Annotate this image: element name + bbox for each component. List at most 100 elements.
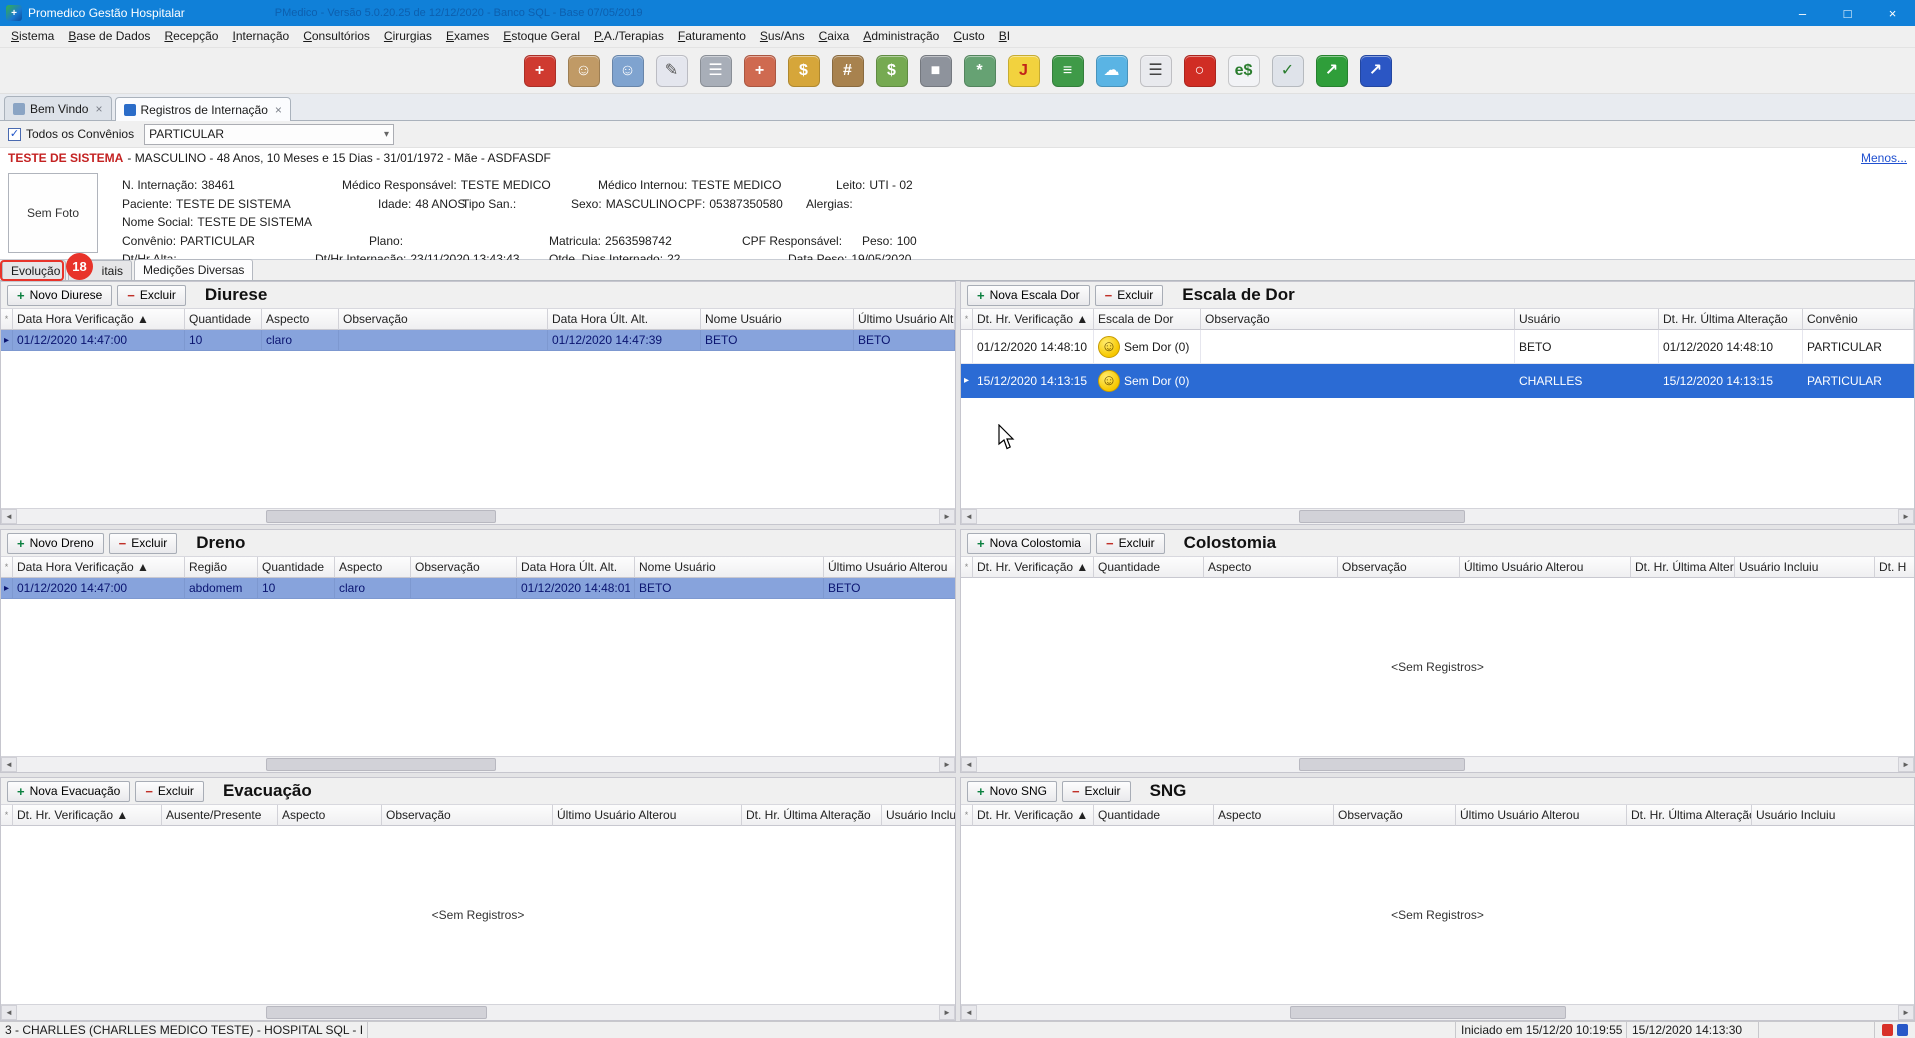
- notes-icon[interactable]: ✓: [1272, 55, 1304, 87]
- table-row[interactable]: ▸15/12/2020 14:13:15☺Sem Dor (0)CHARLLES…: [961, 364, 1914, 398]
- excluir-sng-button[interactable]: −Excluir: [1062, 781, 1131, 802]
- excluir-dreno-button[interactable]: −Excluir: [109, 533, 178, 554]
- column-header[interactable]: Dt. Hr. Verificação ▲: [973, 557, 1094, 578]
- column-header[interactable]: Região: [185, 557, 258, 578]
- scroll-right-button[interactable]: ►: [939, 1005, 955, 1020]
- evacuacao-hscrollbar[interactable]: ◄ ►: [1, 1004, 955, 1020]
- minimize-button[interactable]: –: [1780, 0, 1825, 26]
- novo-diurese-button[interactable]: +Novo Diurese: [7, 285, 112, 306]
- menu-item[interactable]: Exames: [439, 26, 496, 47]
- column-header[interactable]: Quantidade: [1094, 557, 1204, 578]
- table-cell[interactable]: BETO: [701, 330, 854, 351]
- table-cell[interactable]: 01/12/2020 14:47:00: [13, 578, 185, 599]
- scroll-thumb[interactable]: [266, 758, 497, 771]
- scroll-left-button[interactable]: ◄: [961, 757, 977, 772]
- scroll-left-button[interactable]: ◄: [961, 1005, 977, 1020]
- column-header[interactable]: Nome Usuário: [701, 309, 854, 330]
- menu-item[interactable]: Faturamento: [671, 26, 753, 47]
- tab-evolucao[interactable]: Evolução: [2, 260, 66, 280]
- table-cell[interactable]: [339, 330, 548, 351]
- menu-item[interactable]: Base de Dados: [61, 26, 157, 47]
- grid-options-button[interactable]: *: [1, 805, 13, 826]
- power-icon[interactable]: ○: [1184, 55, 1216, 87]
- table-cell[interactable]: 10: [185, 330, 262, 351]
- phone-icon[interactable]: J: [1008, 55, 1040, 87]
- menu-item[interactable]: Estoque Geral: [496, 26, 587, 47]
- column-header[interactable]: Último Usuário Alterou: [553, 805, 742, 826]
- chart-green-icon[interactable]: ↗: [1316, 55, 1348, 87]
- novo-dreno-button[interactable]: +Novo Dreno: [7, 533, 104, 554]
- scroll-track[interactable]: [977, 1005, 1898, 1020]
- column-header[interactable]: Observação: [339, 309, 548, 330]
- column-header[interactable]: Usuário Incluiu: [882, 805, 955, 826]
- maximize-button[interactable]: □: [1825, 0, 1870, 26]
- table-cell[interactable]: [1201, 364, 1515, 398]
- scroll-thumb[interactable]: [1299, 510, 1465, 523]
- column-header[interactable]: Dt. H: [1875, 557, 1914, 578]
- stock-icon[interactable]: #: [832, 55, 864, 87]
- scroll-right-button[interactable]: ►: [939, 757, 955, 772]
- column-header[interactable]: Observação: [382, 805, 553, 826]
- table-cell[interactable]: [411, 578, 517, 599]
- prontuario-icon[interactable]: ✎: [656, 55, 688, 87]
- table-cell[interactable]: ☺Sem Dor (0): [1094, 330, 1201, 364]
- excluir-escala-dor-button[interactable]: −Excluir: [1095, 285, 1164, 306]
- colostomia-grid[interactable]: *Dt. Hr. Verificação ▲QuantidadeAspectoO…: [961, 557, 1914, 756]
- column-header[interactable]: Dt. Hr. Verificação ▲: [13, 805, 162, 826]
- column-header[interactable]: Último Usuário Alterou: [1460, 557, 1631, 578]
- column-header[interactable]: Dt. Hr. Última Alteração: [742, 805, 882, 826]
- menu-item[interactable]: Internação: [225, 26, 296, 47]
- scroll-track[interactable]: [17, 509, 939, 524]
- scroll-left-button[interactable]: ◄: [1, 1005, 17, 1020]
- column-header[interactable]: Convênio: [1803, 309, 1914, 330]
- column-header[interactable]: Aspecto: [262, 309, 339, 330]
- column-header[interactable]: Último Usuário Alterou: [824, 557, 955, 578]
- close-button[interactable]: ×: [1870, 0, 1915, 26]
- table-cell[interactable]: PARTICULAR: [1803, 364, 1914, 398]
- menu-item[interactable]: Caixa: [812, 26, 857, 47]
- column-header[interactable]: Observação: [1338, 557, 1460, 578]
- bed-icon[interactable]: ☰: [700, 55, 732, 87]
- scroll-track[interactable]: [977, 757, 1898, 772]
- column-header[interactable]: Quantidade: [1094, 805, 1214, 826]
- scroll-thumb[interactable]: [1290, 1006, 1566, 1019]
- table-row[interactable]: ▸01/12/2020 14:47:00abdomem10claro01/12/…: [1, 578, 955, 599]
- scroll-thumb[interactable]: [266, 510, 497, 523]
- column-header[interactable]: Dt. Hr. Última Alteração: [1631, 557, 1735, 578]
- close-tab-icon[interactable]: ×: [275, 103, 282, 117]
- sng-grid[interactable]: *Dt. Hr. Verificação ▲QuantidadeAspectoO…: [961, 805, 1914, 1004]
- column-header[interactable]: Observação: [1201, 309, 1515, 330]
- grid-options-button[interactable]: *: [961, 805, 973, 826]
- column-header[interactable]: Data Hora Últ. Alt.: [517, 557, 635, 578]
- scroll-left-button[interactable]: ◄: [1, 757, 17, 772]
- diurese-grid[interactable]: *Data Hora Verificação ▲QuantidadeAspect…: [1, 309, 955, 508]
- escala-dor-grid[interactable]: *Dt. Hr. Verificação ▲Escala de DorObser…: [961, 309, 1914, 508]
- scroll-right-button[interactable]: ►: [1898, 509, 1914, 524]
- table-cell[interactable]: 15/12/2020 14:13:15: [1659, 364, 1803, 398]
- report-icon[interactable]: ☰: [1140, 55, 1172, 87]
- excluir-diurese-button[interactable]: −Excluir: [117, 285, 186, 306]
- table-cell[interactable]: CHARLLES: [1515, 364, 1659, 398]
- grid-options-button[interactable]: *: [1, 557, 13, 578]
- column-header[interactable]: Data Hora Verificação ▲: [13, 309, 185, 330]
- column-header[interactable]: Dt. Hr. Verificação ▲: [973, 309, 1094, 330]
- book-icon[interactable]: ≡: [1052, 55, 1084, 87]
- reception-icon[interactable]: ☺: [568, 55, 600, 87]
- maintenance-icon[interactable]: *: [964, 55, 996, 87]
- menu-item[interactable]: Administração: [856, 26, 946, 47]
- convenio-select[interactable]: PARTICULAR ▾: [144, 124, 394, 145]
- table-cell[interactable]: 01/12/2020 14:48:10: [973, 330, 1094, 364]
- column-header[interactable]: Ausente/Presente: [162, 805, 278, 826]
- table-cell[interactable]: claro: [335, 578, 411, 599]
- column-header[interactable]: Dt. Hr. Verificação ▲: [973, 805, 1094, 826]
- table-row[interactable]: 01/12/2020 14:48:10☺Sem Dor (0)BETO01/12…: [961, 330, 1914, 364]
- table-row[interactable]: ▸01/12/2020 14:47:0010claro01/12/2020 14…: [1, 330, 955, 351]
- safe-icon[interactable]: ■: [920, 55, 952, 87]
- close-tab-icon[interactable]: ×: [95, 102, 102, 116]
- table-cell[interactable]: PARTICULAR: [1803, 330, 1914, 364]
- column-header[interactable]: Aspecto: [1204, 557, 1338, 578]
- scroll-right-button[interactable]: ►: [1898, 757, 1914, 772]
- table-cell[interactable]: 01/12/2020 14:48:10: [1659, 330, 1803, 364]
- scroll-track[interactable]: [17, 757, 939, 772]
- table-cell[interactable]: 01/12/2020 14:47:39: [548, 330, 701, 351]
